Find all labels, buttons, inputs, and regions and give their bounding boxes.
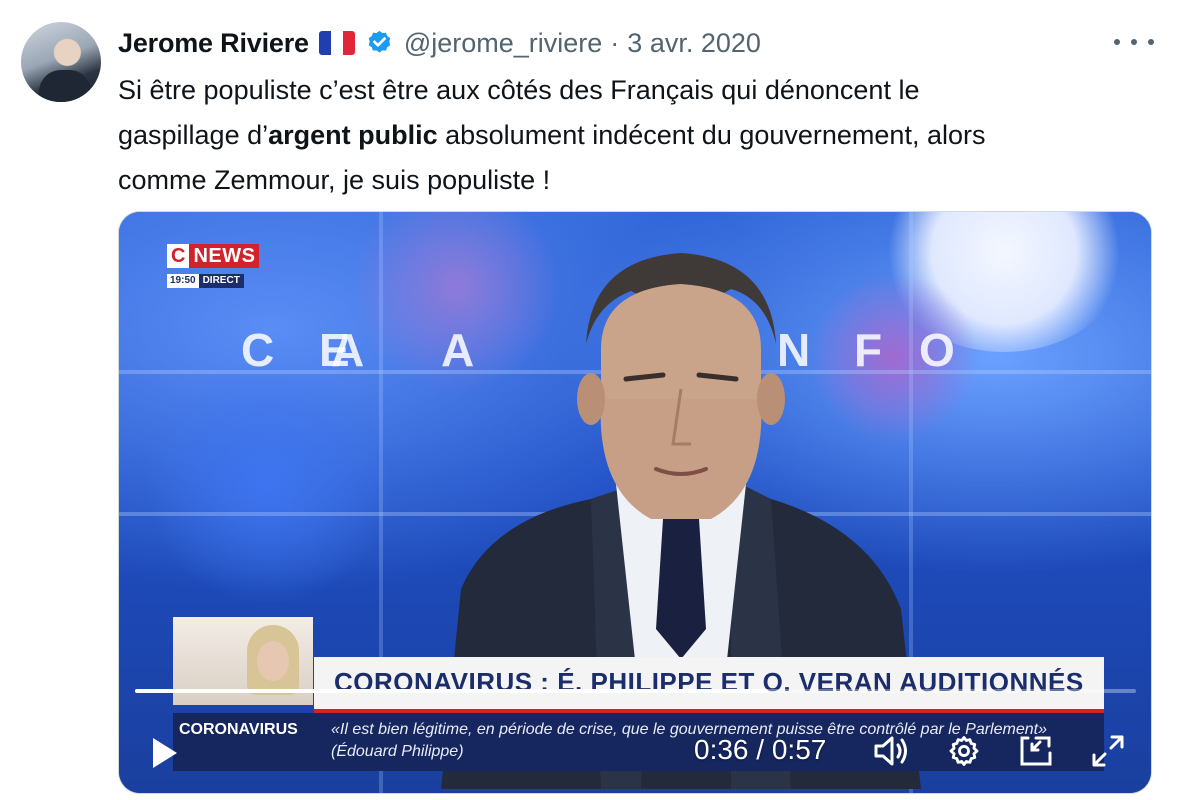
video-player[interactable]: A C E A N F O C NEWS 19:50 DIRECT CORONA… <box>118 211 1152 794</box>
duration: 0:57 <box>771 734 827 765</box>
verified-badge-icon[interactable] <box>365 29 394 58</box>
author-name[interactable]: Jerome Riviere <box>118 28 309 59</box>
tweet-text-line-1: Si être populiste c’est être aux côtés d… <box>118 75 920 105</box>
tweet-text: Si être populiste c’est être aux côtés d… <box>118 68 1138 203</box>
live-indicator: 19:50 DIRECT <box>167 274 259 288</box>
guest-face <box>257 641 289 681</box>
more-dot <box>1148 39 1154 45</box>
current-time: 0:36 <box>694 734 749 765</box>
cnews-logo-c: C <box>167 244 190 268</box>
channel-logo: C NEWS 19:50 DIRECT <box>167 244 260 288</box>
more-dot <box>1131 39 1137 45</box>
tweet-date[interactable]: 3 avr. 2020 <box>627 28 761 59</box>
france-flag-icon <box>318 31 355 55</box>
studio-letter: E <box>319 324 352 376</box>
live-label: DIRECT <box>198 274 244 288</box>
headline-banner: CORONAVIRUS : É. PHILIPPE ET O. VERAN AU… <box>314 657 1104 713</box>
header-separator: · <box>610 27 620 58</box>
studio-letter: C <box>241 324 277 376</box>
video-progress-fill <box>135 689 768 693</box>
volume-icon[interactable] <box>871 730 913 772</box>
gear-icon[interactable] <box>943 730 985 772</box>
tweet-header: Jerome Riviere @jerome_riviere · 3 avr. … <box>118 26 761 60</box>
tweet-text-line-3: comme Zemmour, je suis populiste ! <box>118 165 551 195</box>
more-options-icon[interactable] <box>1114 28 1154 56</box>
tweet-text-segment: absolument indécent du gouvernement, alo… <box>437 120 986 150</box>
play-icon[interactable] <box>143 732 185 774</box>
headline-text: CORONAVIRUS : É. PHILIPPE ET O. VERAN AU… <box>334 667 1084 697</box>
broadcast-time: 19:50 <box>167 274 199 288</box>
author-avatar[interactable] <box>21 22 101 102</box>
video-progress-bar[interactable] <box>135 689 1136 693</box>
picture-in-picture-icon[interactable] <box>1015 730 1057 772</box>
tweet-text-segment: gaspillage d’ <box>118 120 269 150</box>
author-handle[interactable]: @jerome_riviere <box>404 28 602 59</box>
cnews-logo-news: NEWS <box>189 244 260 268</box>
tweet-text-bold: argent public <box>268 120 438 150</box>
more-dot <box>1114 39 1120 45</box>
fullscreen-icon[interactable] <box>1087 730 1129 772</box>
video-time: 0:36 / 0:57 <box>694 734 826 766</box>
avatar-figure <box>39 70 91 102</box>
time-separator: / <box>748 734 772 765</box>
cnews-logo: C NEWS <box>167 244 260 268</box>
ticker-label: CORONAVIRUS <box>179 721 298 738</box>
tweet-text-line-2: gaspillage d’argent public absolument in… <box>118 113 1138 158</box>
